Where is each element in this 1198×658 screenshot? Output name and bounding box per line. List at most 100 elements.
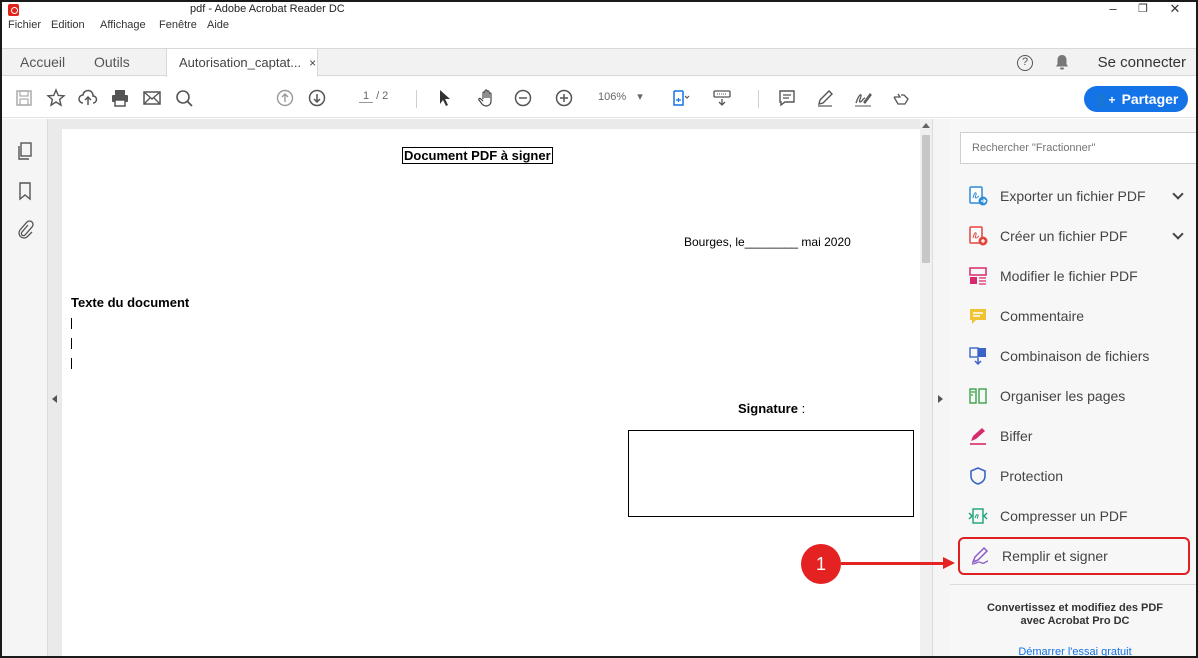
tool-export-pdf-label: Exporter un fichier PDF — [1000, 188, 1146, 204]
edit-pdf-icon — [969, 267, 987, 285]
create-pdf-icon — [969, 226, 988, 246]
zoom-out-icon[interactable] — [512, 87, 534, 109]
highlight-pen-icon[interactable] — [814, 87, 836, 109]
notification-bell-icon[interactable] — [1054, 54, 1070, 71]
tools-panel: Exporter un fichier PDF Créer un fichier… — [950, 119, 1196, 656]
collapse-left-pane-icon[interactable] — [52, 395, 57, 403]
sign-icon[interactable] — [852, 87, 874, 109]
chevron-down-icon[interactable] — [1172, 228, 1184, 240]
bookmark-star-icon[interactable] — [45, 87, 67, 109]
right-pane-toggle[interactable] — [932, 119, 950, 656]
tool-compress-pdf[interactable]: Compresser un PDF — [958, 498, 1190, 534]
menu-edition[interactable]: Edition — [51, 19, 85, 31]
tool-combine-files[interactable]: Combinaison de fichiers — [958, 338, 1190, 374]
text-cursor-line — [71, 338, 72, 349]
redact-icon — [970, 428, 986, 445]
share-button[interactable]: 👤+ Partager — [1084, 86, 1188, 112]
tool-fill-and-sign-label: Remplir et signer — [1002, 548, 1108, 564]
search-icon[interactable] — [173, 87, 195, 109]
minimize-button[interactable]: – — [1098, 2, 1128, 18]
maximize-button[interactable]: ❐ — [1128, 2, 1158, 18]
text-cursor-line — [71, 318, 72, 329]
document-body-label: Texte du document — [71, 295, 190, 310]
tool-edit-pdf[interactable]: Modifier le fichier PDF — [958, 258, 1190, 294]
toolbar-divider — [416, 90, 417, 108]
annotation-arrow-head-icon — [943, 557, 955, 569]
tool-comment-label: Commentaire — [1000, 308, 1085, 324]
share-button-label: Partager — [1121, 91, 1179, 107]
menu-affichage[interactable]: Affichage — [100, 19, 146, 31]
hand-tool-icon[interactable] — [476, 87, 498, 109]
tool-redact[interactable]: Biffer — [958, 418, 1190, 454]
combine-files-icon — [969, 347, 986, 366]
select-cursor-icon[interactable] — [434, 87, 456, 109]
text-cursor-line — [71, 358, 72, 369]
share-hand-icon[interactable] — [890, 87, 912, 109]
document-title: Document PDF à signer — [402, 147, 553, 164]
previous-page-icon[interactable] — [274, 87, 296, 109]
page-number-input[interactable]: 1 — [359, 90, 373, 103]
help-icon[interactable]: ? — [1017, 55, 1033, 71]
scroll-up-arrow-icon[interactable] — [922, 123, 930, 128]
save-icon[interactable] — [13, 87, 35, 109]
print-icon[interactable] — [109, 87, 131, 109]
tool-protection-label: Protection — [1000, 468, 1064, 484]
menu-fenetre[interactable]: Fenêtre — [159, 19, 197, 31]
promo-text: Convertissez et modifiez des PDF avec Ac… — [986, 602, 1164, 627]
title-bar: pdf - Adobe Acrobat Reader DC – ❐ ✕ — [2, 2, 1196, 18]
tool-create-pdf-label: Créer un fichier PDF — [1000, 228, 1128, 244]
tab-document[interactable]: Autorisation_captat... × — [166, 49, 318, 77]
acrobat-logo-icon — [8, 4, 19, 16]
signature-label: Signature : — [738, 401, 805, 416]
export-pdf-icon — [969, 186, 988, 206]
free-trial-link[interactable]: Démarrer l'essai gratuit — [950, 646, 1196, 656]
compress-pdf-icon — [968, 508, 988, 524]
tool-compress-pdf-label: Compresser un PDF — [1000, 508, 1128, 524]
menu-bar: Fichier Edition Affichage Fenêtre Aide — [2, 19, 1196, 33]
close-window-button[interactable]: ✕ — [1160, 2, 1190, 18]
acrobat-window: pdf - Adobe Acrobat Reader DC – ❐ ✕ Fich… — [0, 0, 1198, 658]
close-tab-icon[interactable]: × — [309, 56, 316, 70]
pdf-page[interactable]: Document PDF à signer Bourges, le_______… — [62, 129, 920, 656]
tab-accueil[interactable]: Accueil — [8, 49, 77, 77]
tool-fill-and-sign[interactable]: Remplir et signer — [958, 537, 1190, 575]
fill-sign-icon — [971, 546, 989, 565]
upload-cloud-icon[interactable] — [77, 87, 99, 109]
email-icon[interactable] — [141, 87, 163, 109]
tab-document-label: Autorisation_captat... — [179, 55, 302, 70]
bookmarks-icon[interactable] — [16, 181, 34, 201]
tab-outils[interactable]: Outils — [82, 49, 142, 77]
tab-bar: Accueil Outils Autorisation_captat... × ?… — [2, 48, 1196, 77]
menu-aide[interactable]: Aide — [207, 19, 229, 31]
zoom-select[interactable]: 106% ▾ — [598, 90, 643, 103]
page-thumbnails-icon[interactable] — [16, 141, 34, 161]
tool-export-pdf[interactable]: Exporter un fichier PDF — [958, 178, 1190, 214]
tool-protection[interactable]: Protection — [958, 458, 1190, 494]
tool-organize-pages[interactable]: Organiser les pages — [958, 378, 1190, 414]
add-user-icon: 👤+ — [1093, 93, 1116, 107]
organize-pages-icon — [969, 388, 987, 404]
left-navigation-pane — [2, 119, 48, 656]
collapse-right-pane-icon[interactable] — [938, 395, 943, 403]
tool-edit-pdf-label: Modifier le fichier PDF — [1000, 268, 1138, 284]
tool-comment[interactable]: Commentaire — [958, 298, 1190, 334]
window-title: pdf - Adobe Acrobat Reader DC — [190, 3, 345, 15]
tools-search-input[interactable] — [960, 132, 1196, 164]
signature-box[interactable] — [628, 430, 914, 517]
next-page-icon[interactable] — [306, 87, 328, 109]
keyboard-scroll-icon[interactable] — [711, 87, 733, 109]
tool-create-pdf[interactable]: Créer un fichier PDF — [958, 218, 1190, 254]
menu-fichier[interactable]: Fichier — [8, 19, 41, 31]
fit-page-icon[interactable] — [670, 87, 692, 109]
chevron-down-icon[interactable] — [1172, 188, 1184, 200]
comment-icon — [970, 309, 986, 324]
sign-in-link[interactable]: Se connecter — [1098, 49, 1186, 77]
comment-icon[interactable] — [776, 87, 798, 109]
attachments-icon[interactable] — [16, 219, 34, 239]
zoom-in-icon[interactable] — [553, 87, 575, 109]
page-indicator: 1 / 2 — [359, 90, 388, 103]
page-total: / 2 — [376, 90, 389, 102]
scrollbar-thumb[interactable] — [922, 135, 930, 263]
document-viewer[interactable]: Document PDF à signer Bourges, le_______… — [48, 119, 932, 656]
vertical-scrollbar[interactable] — [920, 119, 932, 656]
